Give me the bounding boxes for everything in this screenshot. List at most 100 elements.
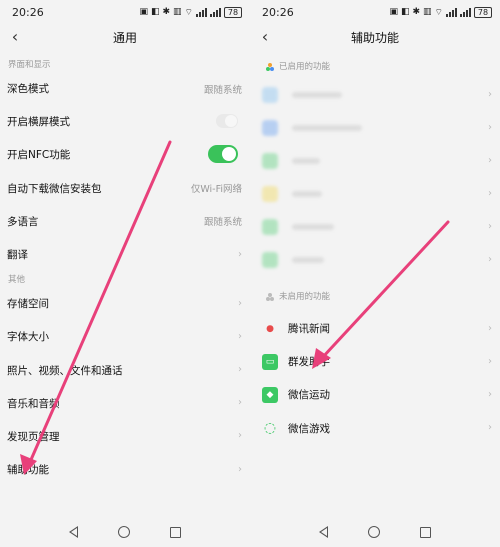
setting-auto-download[interactable]: 自动下载微信安装包 仅Wi-Fi网络 › <box>0 172 250 205</box>
setting-media[interactable]: 照片、视频、文件和通话 › <box>0 354 250 387</box>
setting-label: 自动下载微信安装包 <box>7 182 102 195</box>
chevron-right-icon: › <box>238 215 242 227</box>
nav-back-icon[interactable] <box>69 526 78 538</box>
setting-label: 字体大小 <box>7 331 49 344</box>
setting-font-size[interactable]: 字体大小 › <box>0 320 250 353</box>
nav-home-icon[interactable] <box>368 526 380 538</box>
feature-label: 腾讯新闻 <box>288 323 330 336</box>
status-icons: ▣ ◧ ✱ ▥ ⌔ 78 <box>389 6 492 18</box>
bluetooth-icon: ✱ <box>162 7 171 17</box>
feature-tencent-news[interactable]: ● 腾讯新闻 › <box>250 312 500 345</box>
enabled-feature-item[interactable]: › <box>250 111 500 144</box>
blurred-app-icon <box>262 218 278 235</box>
setting-dark-mode[interactable]: 深色模式 跟随系统 › <box>0 72 250 105</box>
section-label-enabled: 已启用的功能 <box>250 60 500 74</box>
status-bar: 20:26 ▣ ◧ ✱ ▥ ⌔ 78 <box>0 0 250 24</box>
chevron-right-icon: › <box>238 397 242 409</box>
battery-icon: 78 <box>224 6 242 18</box>
nfc-toggle[interactable] <box>208 145 238 164</box>
vibrate-icon: ▥ <box>423 7 432 17</box>
setting-discover-manage[interactable]: 发现页管理 › <box>0 420 250 453</box>
battery-icon: 78 <box>474 6 492 18</box>
nav-recents-icon[interactable] <box>170 526 181 538</box>
back-icon[interactable]: ‹ <box>256 29 274 45</box>
nav-bar: ‹ 辅助功能 <box>250 24 500 50</box>
landscape-toggle[interactable] <box>216 114 238 129</box>
nav-bar: ‹ 通用 <box>0 24 250 50</box>
setting-music-audio[interactable]: 音乐和音频 › <box>0 387 250 420</box>
feature-wechat-game[interactable]: ◌ 微信游戏 › <box>250 412 500 445</box>
nfc-icon: ▣ <box>139 7 148 17</box>
chevron-right-icon: › <box>488 220 492 232</box>
setting-label: 翻译 <box>7 249 28 262</box>
nav-recents-icon[interactable] <box>420 526 431 538</box>
chevron-right-icon: › <box>238 330 242 342</box>
setting-label: 照片、视频、文件和通话 <box>7 364 123 377</box>
chevron-right-icon: › <box>238 248 242 260</box>
blurred-app-icon <box>262 185 278 202</box>
section-label-disabled: 未启用的功能 <box>250 290 500 304</box>
enabled-feature-item[interactable]: › <box>250 243 500 276</box>
back-icon[interactable]: ‹ <box>6 29 24 45</box>
blurred-app-icon <box>262 86 278 103</box>
setting-nfc[interactable]: 开启NFC功能 <box>0 138 250 171</box>
chevron-right-icon: › <box>238 82 242 94</box>
chevron-right-icon: › <box>238 463 242 475</box>
setting-label: 辅助功能 <box>7 464 49 477</box>
enabled-feature-item[interactable]: › <box>250 177 500 210</box>
chevron-right-icon: › <box>488 422 492 434</box>
feature-label: 微信运动 <box>288 389 330 402</box>
blurred-app-icon <box>262 152 278 169</box>
section-label-display: 界面和显示 <box>8 60 51 70</box>
setting-translate[interactable]: 翻译 › <box>0 238 250 271</box>
system-nav-bar <box>250 517 500 547</box>
nav-home-icon[interactable] <box>118 526 130 538</box>
status-icons: ▣ ◧ ✱ ▥ ⌔ 78 <box>139 6 242 18</box>
page-title: 辅助功能 <box>350 30 399 45</box>
setting-language[interactable]: 多语言 跟随系统 › <box>0 205 250 238</box>
section-label-text: 已启用的功能 <box>279 62 331 72</box>
signal-icon-2 <box>460 7 471 17</box>
setting-label: 多语言 <box>7 215 39 228</box>
enabled-features-icon <box>266 62 275 72</box>
feature-mass-send[interactable]: ▭ 群发助手 › <box>250 345 500 378</box>
status-time: 20:26 <box>262 5 294 19</box>
wifi-icon: ⌔ <box>434 7 443 18</box>
enabled-feature-item[interactable]: › <box>250 210 500 243</box>
enabled-feature-item[interactable]: › <box>250 78 500 111</box>
feature-label: 群发助手 <box>288 356 330 369</box>
setting-label: 开启横屏模式 <box>7 116 70 129</box>
setting-accessibility[interactable]: 辅助功能 › <box>0 453 250 486</box>
setting-landscape-mode[interactable]: 开启横屏模式 <box>0 105 250 138</box>
wechat-game-icon: ◌ <box>263 420 277 437</box>
mute-icon: ◧ <box>400 7 410 17</box>
vibrate-icon: ▥ <box>173 7 182 17</box>
bluetooth-icon: ✱ <box>412 7 421 17</box>
enabled-feature-item[interactable]: › <box>250 144 500 177</box>
chevron-right-icon: › <box>488 322 492 334</box>
chevron-right-icon: › <box>488 187 492 199</box>
chevron-right-icon: › <box>488 121 492 133</box>
nav-back-icon[interactable] <box>319 526 328 538</box>
general-settings-screen: 20:26 ▣ ◧ ✱ ▥ ⌔ 78 ‹ 通用 界面和显示 深色模式 跟随系统 … <box>0 0 250 547</box>
chevron-right-icon: › <box>238 364 242 376</box>
setting-label: 发现页管理 <box>7 430 60 443</box>
feature-wechat-sport[interactable]: ◆ 微信运动 › <box>250 378 500 411</box>
mass-send-icon: ▭ <box>262 353 278 370</box>
setting-storage[interactable]: 存储空间 › <box>0 287 250 320</box>
accessibility-screen: 20:26 ▣ ◧ ✱ ▥ ⌔ 78 ‹ 辅助功能 已启用的功能 › › › ›… <box>250 0 500 547</box>
system-nav-bar <box>0 517 250 547</box>
feature-label: 微信游戏 <box>288 422 330 435</box>
signal-icon <box>196 7 207 17</box>
tencent-news-icon: ● <box>266 323 274 334</box>
setting-label: 音乐和音频 <box>7 397 60 410</box>
blurred-app-icon <box>262 251 278 268</box>
chevron-right-icon: › <box>488 88 492 100</box>
chevron-right-icon: › <box>488 355 492 367</box>
signal-icon <box>446 7 457 17</box>
setting-label: 深色模式 <box>7 83 49 96</box>
status-time: 20:26 <box>12 5 44 19</box>
page-title: 通用 <box>112 30 137 45</box>
wifi-icon: ⌔ <box>184 7 193 18</box>
chevron-right-icon: › <box>488 388 492 400</box>
